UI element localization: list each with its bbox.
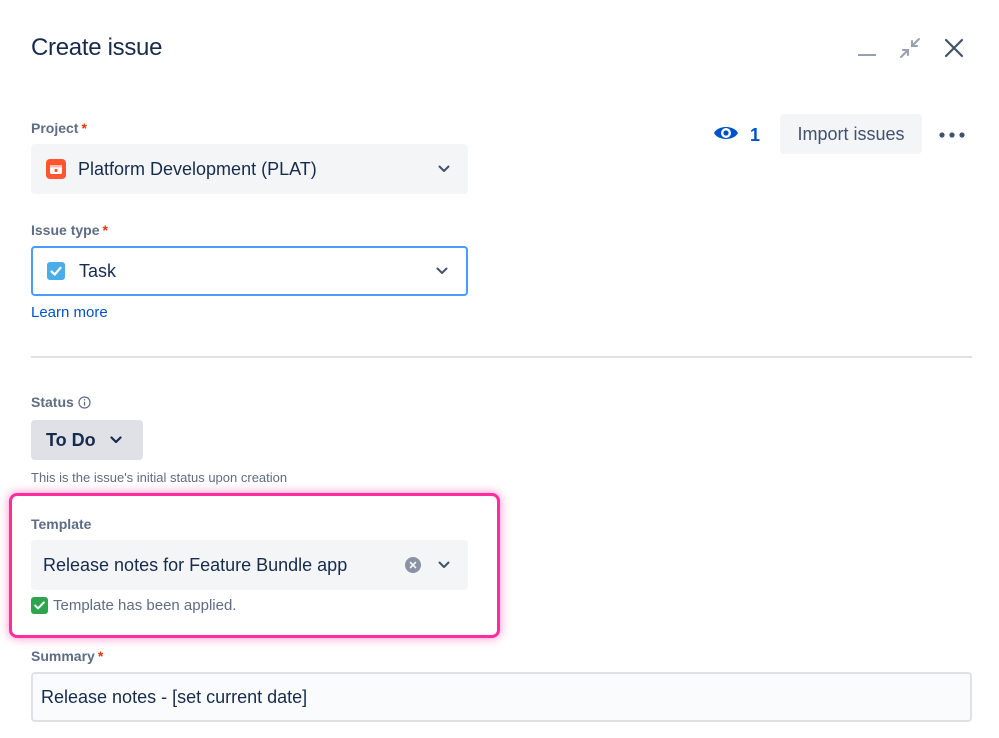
more-dots-icon (939, 125, 965, 143)
eye-icon (713, 123, 739, 148)
chevron-down-icon (434, 263, 450, 279)
watcher-count: 1 (750, 124, 761, 145)
create-issue-dialog: Create issue 1 Import issues Project * P… (0, 0, 999, 738)
project-icon (46, 159, 66, 179)
project-label: Project * (31, 120, 87, 136)
summary-input[interactable] (31, 672, 972, 722)
collapse-button[interactable] (897, 34, 923, 66)
issue-type-select[interactable]: Task (31, 246, 468, 296)
project-label-text: Project (31, 120, 79, 136)
project-select[interactable]: Platform Development (PLAT) (31, 144, 468, 194)
chevron-down-icon (436, 557, 452, 573)
status-label-text: Status (31, 394, 74, 410)
issue-type-label-text: Issue type (31, 222, 100, 238)
status-helper-text: This is the issue's initial status upon … (31, 470, 288, 485)
template-select[interactable]: Release notes for Feature Bundle app (31, 540, 468, 590)
project-value: Platform Development (PLAT) (78, 158, 317, 179)
summary-label: Summary * (31, 648, 103, 664)
task-checkbox-icon (47, 262, 65, 280)
status-label: Status (31, 394, 91, 410)
template-applied-message: Template has been applied. (31, 597, 236, 614)
clear-selection-icon[interactable] (405, 557, 421, 573)
learn-more-link[interactable]: Learn more (31, 304, 108, 321)
required-marker: * (97, 648, 104, 664)
import-issues-button[interactable]: Import issues (780, 114, 922, 154)
close-button[interactable] (941, 34, 967, 66)
minimize-button[interactable] (855, 34, 879, 66)
template-label: Template (31, 516, 92, 532)
info-icon[interactable] (78, 395, 91, 409)
section-divider (31, 356, 972, 358)
issue-type-label: Issue type * (31, 222, 108, 238)
status-value: To Do (46, 429, 96, 450)
check-mark-icon (31, 597, 48, 614)
required-marker: * (81, 120, 87, 136)
chevron-down-icon (110, 436, 122, 444)
template-applied-text: Template has been applied. (53, 597, 237, 614)
close-icon (943, 37, 965, 64)
minimize-icon (856, 37, 878, 64)
collapse-arrows-icon (898, 36, 922, 65)
chevron-down-icon (436, 161, 452, 177)
dialog-title: Create issue (31, 34, 163, 61)
status-dropdown-button[interactable]: To Do (31, 420, 143, 460)
issue-type-value: Task (79, 260, 117, 281)
more-actions-button[interactable] (937, 122, 967, 146)
template-value: Release notes for Feature Bundle app (43, 554, 348, 575)
watchers-button[interactable]: 1 (713, 121, 760, 149)
summary-label-text: Summary (31, 648, 95, 664)
required-marker: * (102, 222, 108, 238)
